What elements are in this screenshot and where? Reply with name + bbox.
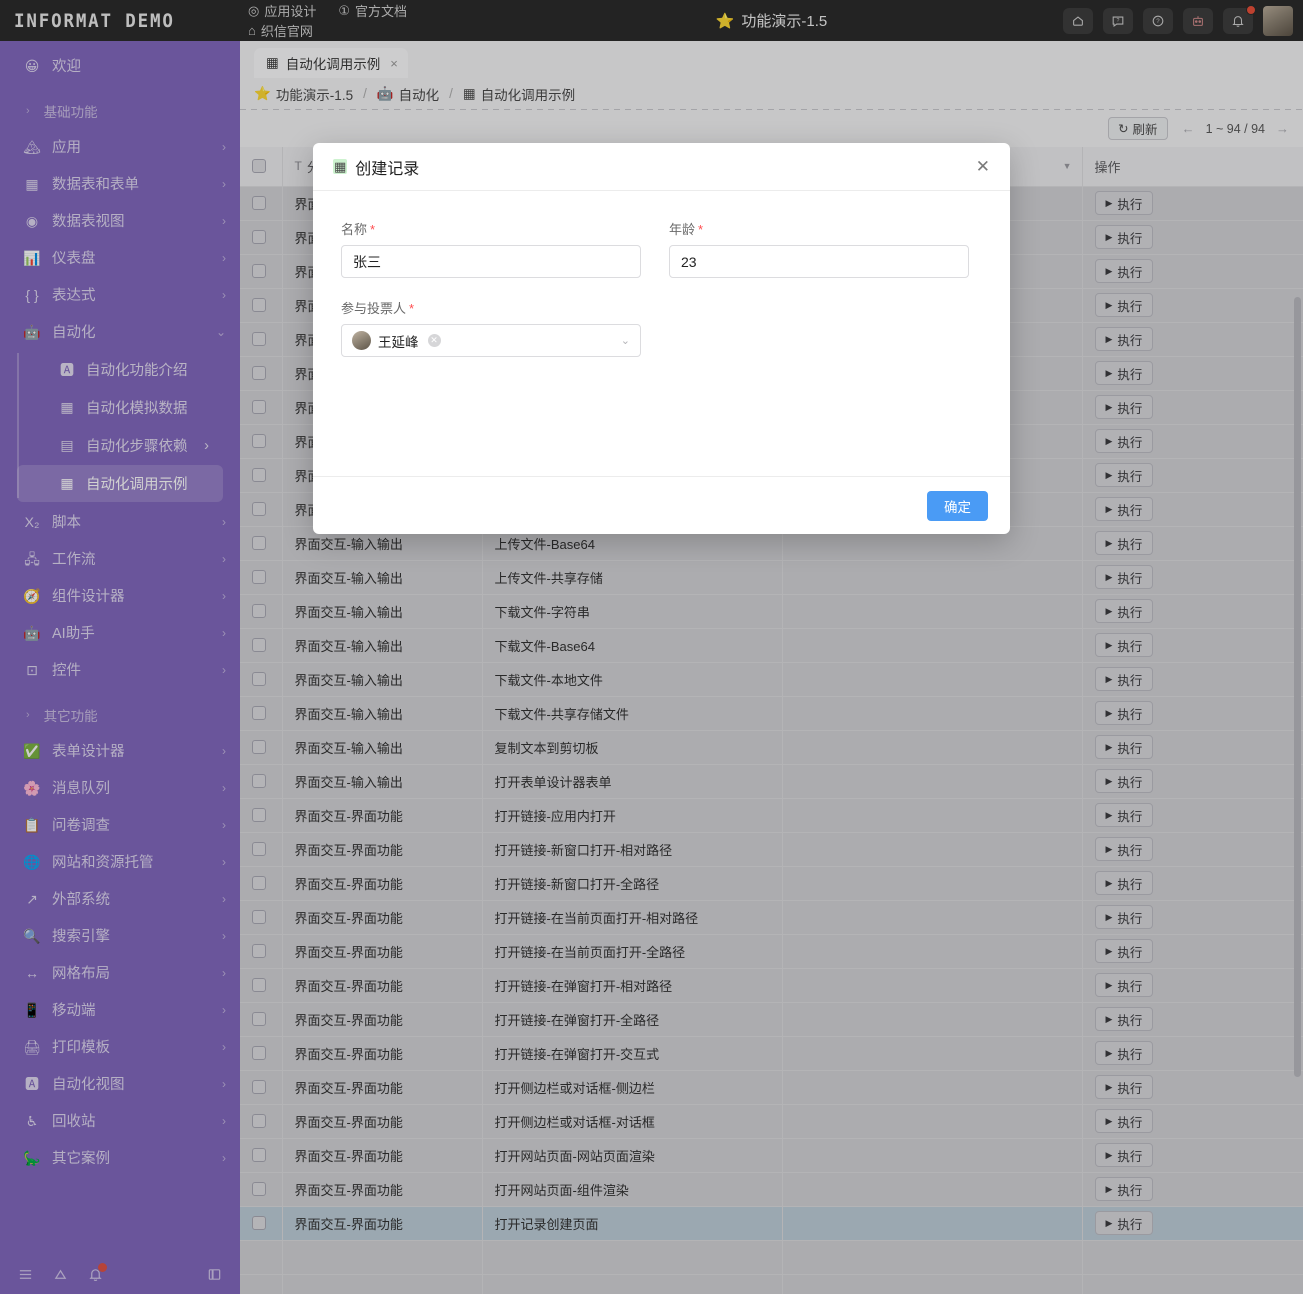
required-mark: * [370, 222, 375, 237]
person-tag-label: 王延峰 [378, 331, 419, 351]
dialog-header: ▦ 创建记录 ✕ [313, 143, 1010, 191]
app-root: INFORMAT DEMO 😀 欢迎 › 基础功能 🏔应用›▦数据表和表单›◉数… [0, 0, 1303, 1294]
field-age: 年龄* [669, 219, 969, 278]
chevron-down-icon[interactable]: ⌄ [621, 334, 630, 347]
dialog-title-label: 创建记录 [355, 155, 419, 179]
field-label: 参与投票人* [341, 298, 641, 317]
dialog-title: ▦ 创建记录 [333, 155, 419, 179]
required-mark: * [409, 301, 414, 316]
field-label-text: 名称 [341, 222, 367, 237]
dialog-body: 名称* 年龄* 参与投票人* [313, 191, 1010, 476]
voter-select[interactable]: 王延峰 ✕ ⌄ [341, 324, 641, 357]
field-label: 名称* [341, 219, 641, 238]
required-mark: * [698, 222, 703, 237]
name-input[interactable] [341, 245, 641, 278]
table-icon: ▦ [333, 159, 347, 175]
dialog-footer: 确定 [313, 476, 1010, 534]
avatar [352, 331, 371, 350]
confirm-button[interactable]: 确定 [927, 491, 988, 521]
field-name: 名称* [341, 219, 641, 278]
close-icon[interactable]: ✕ [976, 158, 990, 175]
age-input[interactable] [669, 245, 969, 278]
field-label-text: 年龄 [669, 222, 695, 237]
create-record-dialog: ▦ 创建记录 ✕ 名称* 年龄* [313, 143, 1010, 534]
person-tag: 王延峰 ✕ [352, 331, 441, 351]
form-row-1: 名称* 年龄* [341, 219, 982, 298]
field-label: 年龄* [669, 219, 969, 238]
field-label-text: 参与投票人 [341, 301, 406, 316]
field-voter: 参与投票人* 王延峰 ✕ ⌄ [341, 298, 641, 357]
remove-tag-icon[interactable]: ✕ [428, 334, 441, 347]
form-row-2: 参与投票人* 王延峰 ✕ ⌄ [341, 298, 982, 377]
